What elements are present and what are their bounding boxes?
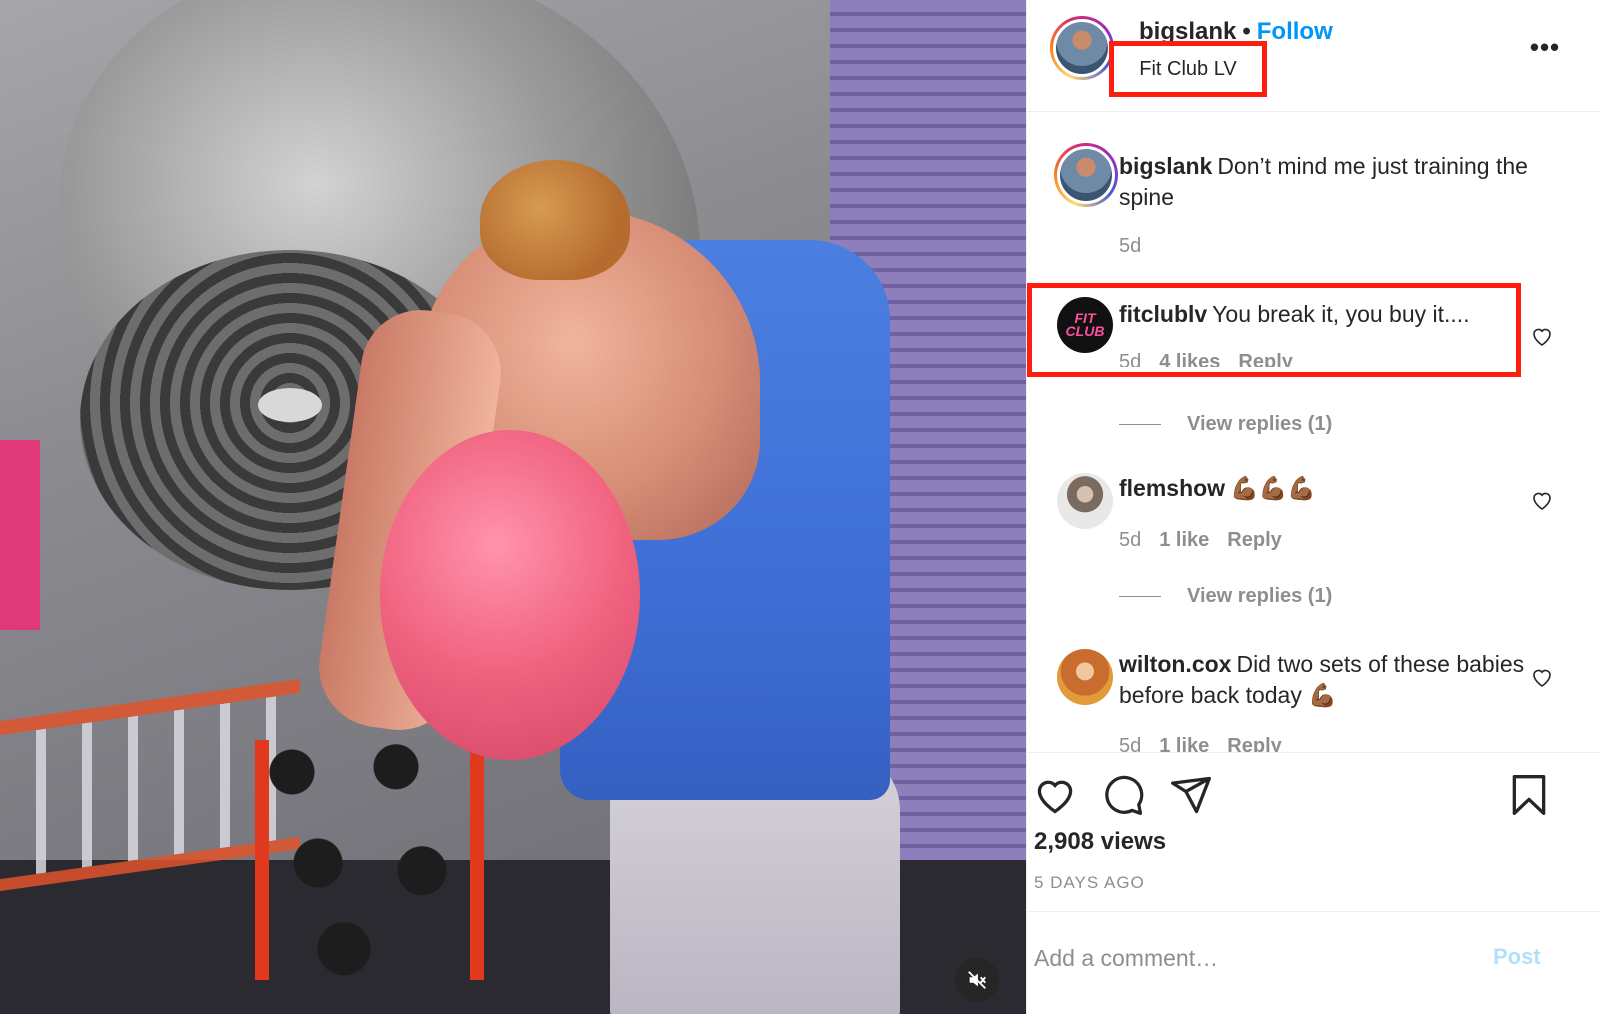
mute-button[interactable] bbox=[955, 958, 999, 1002]
view-replies-label: View replies (1) bbox=[1187, 585, 1333, 607]
post-video[interactable] bbox=[0, 0, 1026, 1014]
view-replies-button[interactable]: View replies (1) bbox=[1119, 585, 1332, 608]
comment-text: flemshow 💪🏾💪🏾💪🏾 bbox=[1119, 473, 1529, 504]
post-header: bigslank • Follow Fit Club LV ••• bbox=[1027, 0, 1600, 112]
comment-meta: 5d 1 like Reply bbox=[1119, 735, 1300, 753]
comment-avatar[interactable] bbox=[1057, 473, 1113, 529]
comment-likes[interactable]: 1 like bbox=[1159, 735, 1209, 753]
author-avatar[interactable] bbox=[1050, 16, 1114, 80]
mute-icon bbox=[968, 971, 986, 989]
comment-username[interactable]: bigslank bbox=[1119, 153, 1212, 179]
comment-input[interactable] bbox=[1034, 940, 1474, 976]
add-comment-bar: Post bbox=[1027, 911, 1600, 1014]
athlete-hair bbox=[480, 160, 630, 280]
post-actions: 2,908 views 5 DAYS AGO bbox=[1027, 752, 1600, 912]
heart-icon[interactable] bbox=[1033, 773, 1077, 817]
caption-avatar[interactable] bbox=[1054, 143, 1118, 207]
share-icon[interactable] bbox=[1169, 773, 1213, 817]
bookmark-icon[interactable] bbox=[1507, 773, 1551, 817]
replies-line bbox=[1119, 424, 1161, 426]
more-options-button[interactable]: ••• bbox=[1525, 32, 1565, 62]
view-replies-button[interactable]: View replies (1) bbox=[1119, 413, 1332, 436]
comment-likes[interactable]: 1 like bbox=[1159, 529, 1209, 551]
comment-body: 💪🏾💪🏾💪🏾 bbox=[1230, 475, 1316, 501]
more-icon: ••• bbox=[1529, 31, 1561, 62]
post-panel: bigslank • Follow Fit Club LV ••• bigslank… bbox=[1026, 0, 1600, 1014]
athlete bbox=[311, 160, 920, 1014]
replies-line bbox=[1119, 596, 1161, 598]
comment-like-icon[interactable] bbox=[1530, 488, 1554, 512]
location-link[interactable]: Fit Club LV bbox=[1109, 41, 1267, 97]
comments-list[interactable]: bigslank Don’t mind me just training the … bbox=[1027, 113, 1600, 753]
comment-icon[interactable] bbox=[1101, 773, 1145, 817]
view-count[interactable]: 2,908 views bbox=[1034, 828, 1166, 856]
caption-avatar-image bbox=[1057, 146, 1115, 204]
post-date: 5 DAYS AGO bbox=[1034, 873, 1145, 892]
comment-text: wilton.cox Did two sets of these babies b… bbox=[1119, 649, 1529, 711]
view-replies-label: View replies (1) bbox=[1187, 413, 1333, 435]
comment-username[interactable]: flemshow bbox=[1119, 475, 1225, 501]
author-avatar-image bbox=[1053, 19, 1111, 77]
reply-button[interactable]: Reply bbox=[1227, 529, 1281, 551]
comment-like-icon[interactable] bbox=[1530, 324, 1554, 348]
comment-meta: 5d 1 like Reply bbox=[1119, 529, 1300, 552]
wall-pink-stripe bbox=[0, 440, 40, 630]
post-comment-button[interactable]: Post bbox=[1493, 944, 1541, 970]
comment-avatar[interactable] bbox=[1057, 649, 1113, 705]
exercise-ball bbox=[380, 430, 640, 760]
reply-button[interactable]: Reply bbox=[1227, 735, 1281, 753]
comment-username[interactable]: wilton.cox bbox=[1119, 651, 1231, 677]
caption-text: bigslank Don’t mind me just training the … bbox=[1119, 151, 1529, 213]
comment-like-icon[interactable] bbox=[1530, 665, 1554, 689]
comment-time: 5d bbox=[1119, 529, 1142, 551]
highlight-annotation bbox=[1027, 283, 1521, 377]
caption-meta: 5d bbox=[1119, 235, 1159, 258]
comment-time: 5d bbox=[1119, 235, 1142, 257]
comment-time: 5d bbox=[1119, 735, 1142, 753]
follow-button[interactable]: Follow bbox=[1257, 18, 1333, 45]
